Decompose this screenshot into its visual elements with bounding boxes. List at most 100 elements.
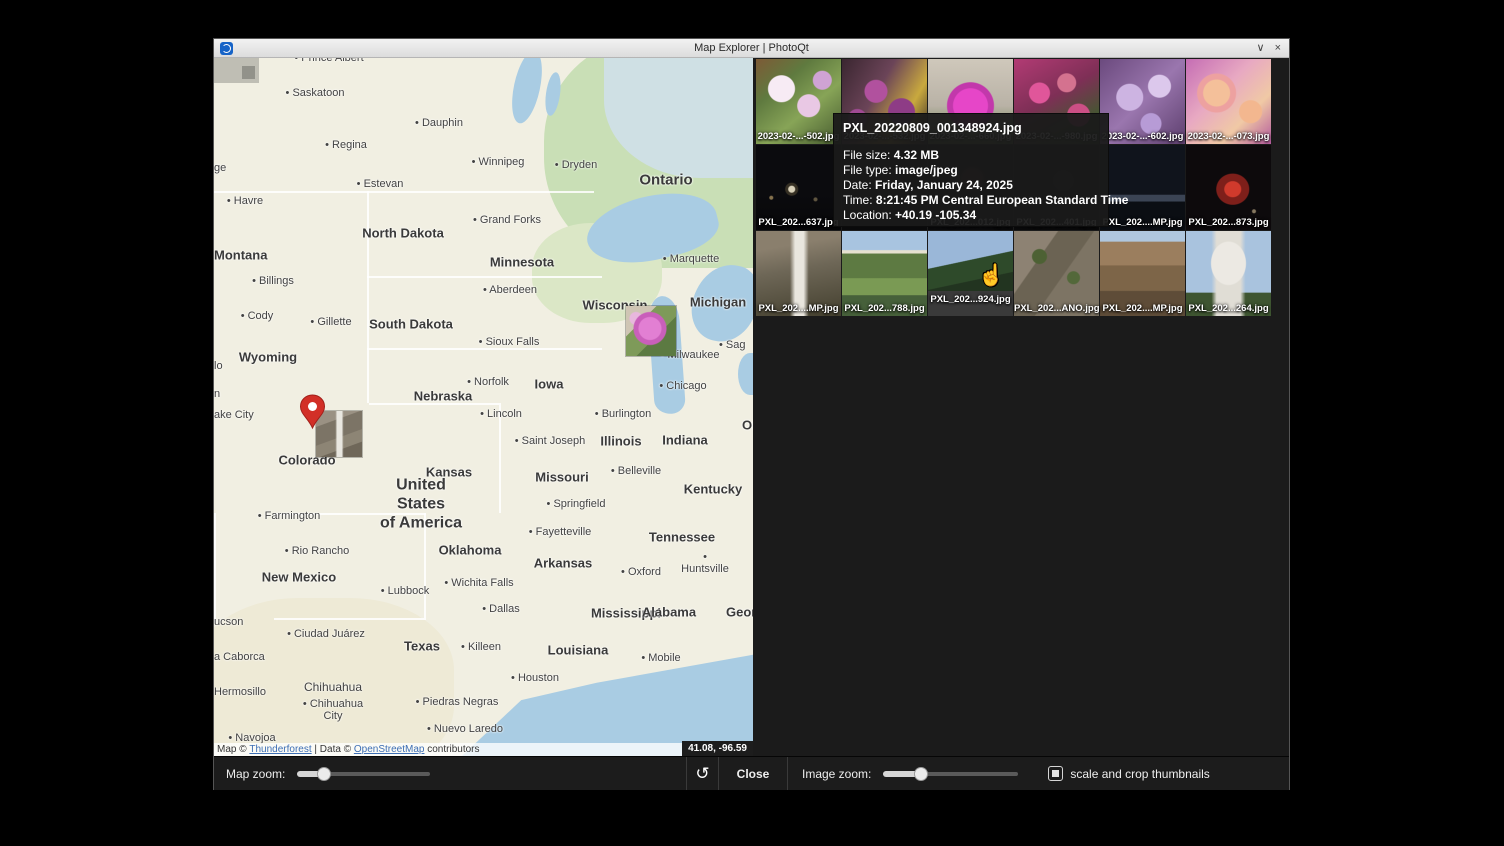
map-zoom-thumb[interactable] <box>317 767 331 781</box>
map-label: ake City <box>214 409 254 421</box>
map-label: Georg <box>726 605 753 620</box>
reset-map-button[interactable]: ↺ <box>686 757 718 790</box>
thumbnail-filename: PXL_202....MP.jpg <box>1100 217 1185 228</box>
thumbnail-cell[interactable]: 2023-02-...-502.jpg <box>756 59 841 144</box>
minimize-button[interactable]: ∨ <box>1257 39 1265 58</box>
border-line <box>274 618 426 620</box>
thumbnail-filename: PXL_202...264.jpg <box>1186 303 1271 314</box>
thumbnail-filename: PXL_202...924.jpg <box>928 294 1013 305</box>
border-line <box>367 348 602 350</box>
border-line <box>274 513 426 515</box>
thumbnail-filename: PXL_202....MP.jpg <box>1100 303 1185 314</box>
cursor-coordinates-badge: 41.08, -96.59 <box>682 741 753 756</box>
thumbnail-filename: 2023-02-...-502.jpg <box>756 131 841 142</box>
checkbox-checkmark <box>1052 770 1059 777</box>
map-label: New Mexico <box>262 570 336 585</box>
map-label: Regina <box>325 139 367 151</box>
thumbnail-cell[interactable]: PXL_202...873.jpg <box>1186 145 1271 230</box>
map-label: Wichita Falls <box>444 577 513 589</box>
map-label: Dallas <box>482 603 520 615</box>
flower-photo-map-marker[interactable] <box>626 306 676 356</box>
map-label: Farmington <box>258 510 321 522</box>
thumbnail-image[interactable] <box>928 231 1013 291</box>
tooltip-filename: PXL_20220809_001348924.jpg <box>843 121 1099 135</box>
map-desert-region <box>214 598 454 756</box>
tooltip-field: Location: +40.19 -105.34 <box>843 208 1099 223</box>
map-label: Aberdeen <box>483 284 537 296</box>
map-label: Wyoming <box>239 350 297 365</box>
tooltip-field: Date: Friday, January 24, 2025 <box>843 178 1099 193</box>
scale-crop-checkbox[interactable] <box>1048 766 1063 781</box>
unloaded-tile <box>242 66 255 79</box>
map-label: lo <box>214 360 223 372</box>
tooltip-field: Time: 8:21:45 PM Central European Standa… <box>843 193 1099 208</box>
map-label: Oklahoma <box>439 543 502 558</box>
attribution-text: contributors <box>424 744 479 755</box>
image-zoom-label: Image zoom: <box>802 767 871 781</box>
map-label: Alabama <box>642 605 696 620</box>
map-label: Springfield <box>547 498 606 510</box>
map-label: Oxford <box>621 566 661 578</box>
thumbnail-cell[interactable]: PXL_202...264.jpg <box>1186 231 1271 316</box>
map-label: Winnipeg <box>472 156 525 168</box>
map-label: Iowa <box>535 377 564 392</box>
thumbnail-cell[interactable]: PXL_202...924.jpg <box>928 231 1013 316</box>
thumbnail-cell[interactable]: PXL_202...788.jpg <box>842 231 927 316</box>
border-line <box>214 191 594 193</box>
map-label: North Dakota <box>362 226 444 241</box>
close-window-button[interactable]: × <box>1275 39 1281 58</box>
map-label: ge <box>214 162 226 174</box>
photo-pane: 2023-02-...-502.jpg2023-02-...-532.jpg20… <box>753 58 1289 756</box>
map-label: Illinois <box>600 434 641 449</box>
thunderforest-link[interactable]: Thunderforest <box>249 744 311 755</box>
map-zoom-slider[interactable] <box>297 767 430 781</box>
map-label: Saskatoon <box>286 87 345 99</box>
thumbnail-cell[interactable]: 2023-02-...-602.jpg <box>1100 59 1185 144</box>
thumbnail-cell[interactable]: PXL_202...ANO.jpg <box>1014 231 1099 316</box>
map-label: Sioux Falls <box>479 336 540 348</box>
map-pane[interactable]: Prince AlbertSaskatoonReginaDauphinWinni… <box>214 58 753 756</box>
map-explorer-window: Map Explorer | PhotoQt ∨ × <box>213 38 1290 790</box>
lake-huron <box>686 258 753 348</box>
tooltip-field: File type: image/jpeg <box>843 163 1099 178</box>
thumbnail-filename: PXL_202...788.jpg <box>842 303 927 314</box>
thumbnail-cell[interactable]: PXL_202....MP.jpg <box>1100 145 1185 230</box>
thumbnail-cell[interactable]: PXL_202...637.jpg <box>756 145 841 230</box>
openstreetmap-link[interactable]: OpenStreetMap <box>354 744 425 755</box>
close-button[interactable]: Close <box>718 757 788 790</box>
map-label: Mississippi <box>591 606 661 621</box>
map-label: Fayetteville <box>529 526 592 538</box>
map-label: Indiana <box>662 433 708 448</box>
thumbnail-cell[interactable]: PXL_202....MP.jpg <box>756 231 841 316</box>
thumbnail-cell[interactable]: 2023-02-...-073.jpg <box>1186 59 1271 144</box>
map-label: Nebraska <box>414 389 473 404</box>
tooltip-field: File size: 4.32 MB <box>843 148 1099 163</box>
border-line <box>499 403 501 513</box>
thumbnail-filename: PXL_202...637.jpg <box>756 217 841 228</box>
border-line <box>424 513 426 618</box>
thumbnail-cell[interactable]: PXL_202....MP.jpg <box>1100 231 1185 316</box>
map-label: Grand Forks <box>473 214 541 226</box>
map-label: n <box>214 388 220 400</box>
image-zoom-slider[interactable] <box>883 767 1018 781</box>
photo-info-tooltip: PXL_20220809_001348924.jpg File size: 4.… <box>833 113 1109 227</box>
map-label: Saint Joseph <box>515 435 586 447</box>
map-label: Kansas <box>426 465 472 480</box>
border-line <box>367 276 602 278</box>
map-label: Havre <box>227 195 263 207</box>
thumbnail-filename: PXL_202...ANO.jpg <box>1014 303 1099 314</box>
map-label: Montana <box>214 248 267 263</box>
map-label: Mobile <box>641 652 680 664</box>
image-zoom-thumb[interactable] <box>914 767 928 781</box>
map-attribution: Map © Thunderforest | Data © OpenStreetM… <box>214 743 753 756</box>
thumbnail-filename: 2023-02-...-073.jpg <box>1186 131 1271 142</box>
map-label: Burlington <box>595 408 651 420</box>
map-label: Norfolk <box>467 376 509 388</box>
map-label: Louisiana <box>548 643 609 658</box>
map-label: Oh <box>742 418 753 433</box>
map-label: Rio Rancho <box>285 545 349 557</box>
lake-erie <box>738 353 753 395</box>
map-label: Belleville <box>611 465 661 477</box>
map-label: Tennessee <box>649 530 715 545</box>
thumbnail-filename: PXL_202....MP.jpg <box>756 303 841 314</box>
